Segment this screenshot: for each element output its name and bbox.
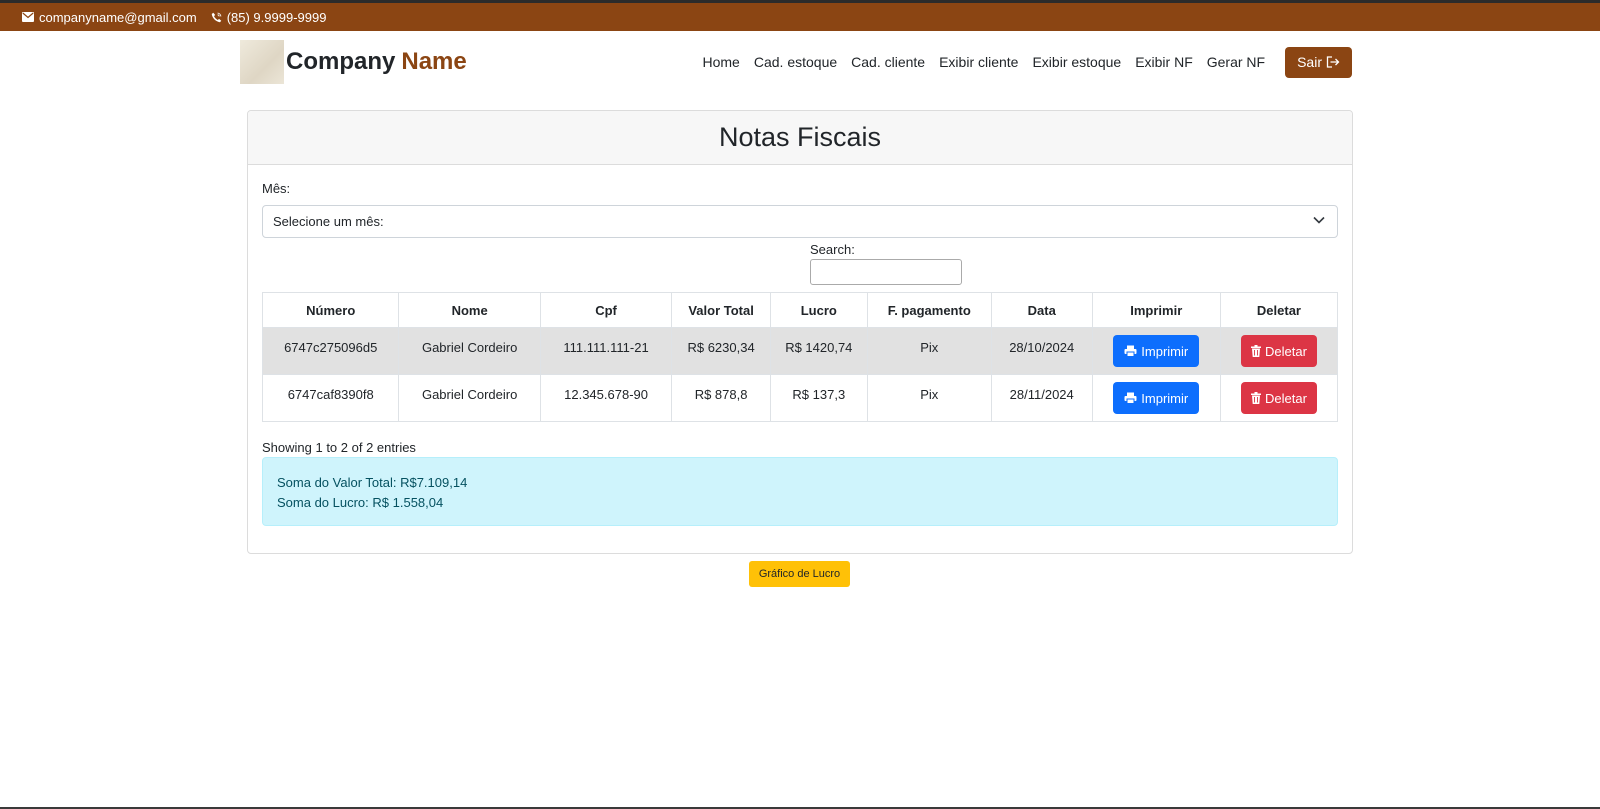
print-button[interactable]: Imprimir	[1113, 335, 1200, 367]
brand-name-part2: Name	[401, 48, 467, 75]
table-row: 6747c275096d5 Gabriel Cordeiro 111.111.1…	[261, 327, 1339, 375]
nav-cad-cliente[interactable]: Cad. cliente	[851, 54, 925, 70]
delete-button-label: Deletar	[1264, 390, 1307, 406]
notas-table: Número Nome Cpf Valor Total Lucro F. pag…	[261, 292, 1339, 422]
contact-email-text: companyname@gmail.com	[39, 9, 197, 25]
cell-cpf: 12.345.678-90	[539, 374, 673, 422]
brand-name-part1: Company	[286, 48, 396, 75]
cell-deletar: Deletar	[1219, 327, 1339, 375]
delete-button-label: Deletar	[1264, 343, 1307, 359]
col-data[interactable]: Data	[990, 292, 1093, 328]
nav-exibir-cliente[interactable]: Exibir cliente	[939, 54, 1018, 70]
logout-icon	[1326, 56, 1340, 68]
table-header-row: Número Nome Cpf Valor Total Lucro F. pag…	[261, 292, 1339, 328]
cell-valor-total: R$ 878,8	[671, 374, 771, 422]
nav-links: Home Cad. estoque Cad. cliente Exibir cl…	[689, 46, 1352, 78]
chevron-down-icon	[1313, 216, 1325, 224]
summary-alert: Soma do Valor Total: R$7.109,14 Soma do …	[262, 457, 1338, 526]
logout-button-label: Sair	[1297, 54, 1322, 70]
nav-home[interactable]: Home	[703, 54, 740, 70]
cell-data: 28/10/2024	[990, 327, 1093, 375]
col-cpf[interactable]: Cpf	[539, 292, 673, 328]
trash-icon	[1250, 392, 1261, 404]
search-input[interactable]	[810, 259, 962, 285]
cell-lucro: R$ 1420,74	[769, 327, 868, 375]
cell-nome: Gabriel Cordeiro	[398, 374, 541, 422]
printer-icon	[1124, 345, 1137, 357]
nav-exibir-estoque[interactable]: Exibir estoque	[1032, 54, 1121, 70]
cell-imprimir: Imprimir	[1091, 374, 1221, 422]
col-deletar[interactable]: Deletar	[1219, 292, 1339, 328]
phone-icon	[211, 12, 222, 23]
nav-exibir-nf[interactable]: Exibir NF	[1135, 54, 1193, 70]
page-title: Notas Fiscais	[718, 122, 882, 152]
contact-email: companyname@gmail.com	[22, 10, 197, 25]
cell-valor-total: R$ 6230,34	[671, 327, 771, 375]
main-navbar: Company Name Home Cad. estoque Cad. clien…	[240, 40, 1352, 84]
print-button-label: Imprimir	[1141, 343, 1189, 359]
brand[interactable]: Company Name	[240, 40, 467, 84]
cell-pagamento: Pix	[866, 327, 992, 375]
search-label: Search:	[810, 242, 855, 257]
cell-numero: 6747c275096d5	[261, 327, 400, 375]
col-pagamento[interactable]: F. pagamento	[866, 292, 992, 328]
logo-image	[240, 40, 284, 84]
summary-valor-total: Soma do Valor Total: R$7.109,14	[277, 475, 468, 490]
contact-phone-text: (85) 9.9999-9999	[226, 9, 327, 25]
month-label: Mês:	[262, 181, 291, 196]
month-select-value: Selecione um mês:	[273, 214, 384, 229]
cell-data: 28/11/2024	[990, 374, 1093, 422]
printer-icon	[1124, 392, 1137, 404]
profit-chart-button[interactable]: Gráfico de Lucro	[749, 561, 850, 587]
card-header: Notas Fiscais	[248, 111, 1352, 165]
delete-button[interactable]: Deletar	[1240, 382, 1317, 414]
table-row: 6747caf8390f8 Gabriel Cordeiro 12.345.67…	[261, 374, 1339, 422]
summary-lucro: Soma do Lucro: R$ 1.558,04	[277, 495, 444, 510]
envelope-icon	[22, 12, 34, 22]
col-lucro[interactable]: Lucro	[769, 292, 868, 328]
print-button-label: Imprimir	[1141, 390, 1189, 406]
cell-lucro: R$ 137,3	[769, 374, 868, 422]
col-valor-total[interactable]: Valor Total	[671, 292, 771, 328]
delete-button[interactable]: Deletar	[1240, 335, 1317, 367]
cell-nome: Gabriel Cordeiro	[398, 327, 541, 375]
cell-pagamento: Pix	[866, 374, 992, 422]
month-select[interactable]: Selecione um mês:	[262, 205, 1338, 238]
cell-imprimir: Imprimir	[1091, 327, 1221, 375]
logout-button[interactable]: Sair	[1285, 46, 1352, 78]
col-imprimir[interactable]: Imprimir	[1091, 292, 1221, 328]
col-nome[interactable]: Nome	[398, 292, 541, 328]
nav-gerar-nf[interactable]: Gerar NF	[1207, 54, 1265, 70]
notas-fiscais-card: Notas Fiscais Mês: Selecione um mês: Sea…	[247, 110, 1353, 554]
print-button[interactable]: Imprimir	[1113, 382, 1200, 414]
col-numero[interactable]: Número	[261, 292, 400, 328]
top-contact-bar: companyname@gmail.com (85) 9.9999-9999	[0, 0, 1600, 31]
contact-phone: (85) 9.9999-9999	[211, 9, 327, 25]
cell-numero: 6747caf8390f8	[261, 374, 400, 422]
trash-icon	[1250, 345, 1261, 357]
cell-cpf: 111.111.111-21	[539, 327, 673, 375]
cell-deletar: Deletar	[1219, 374, 1339, 422]
brand-name: Company Name	[286, 48, 467, 76]
entries-info: Showing 1 to 2 of 2 entries	[262, 440, 416, 455]
nav-cad-estoque[interactable]: Cad. estoque	[754, 54, 837, 70]
